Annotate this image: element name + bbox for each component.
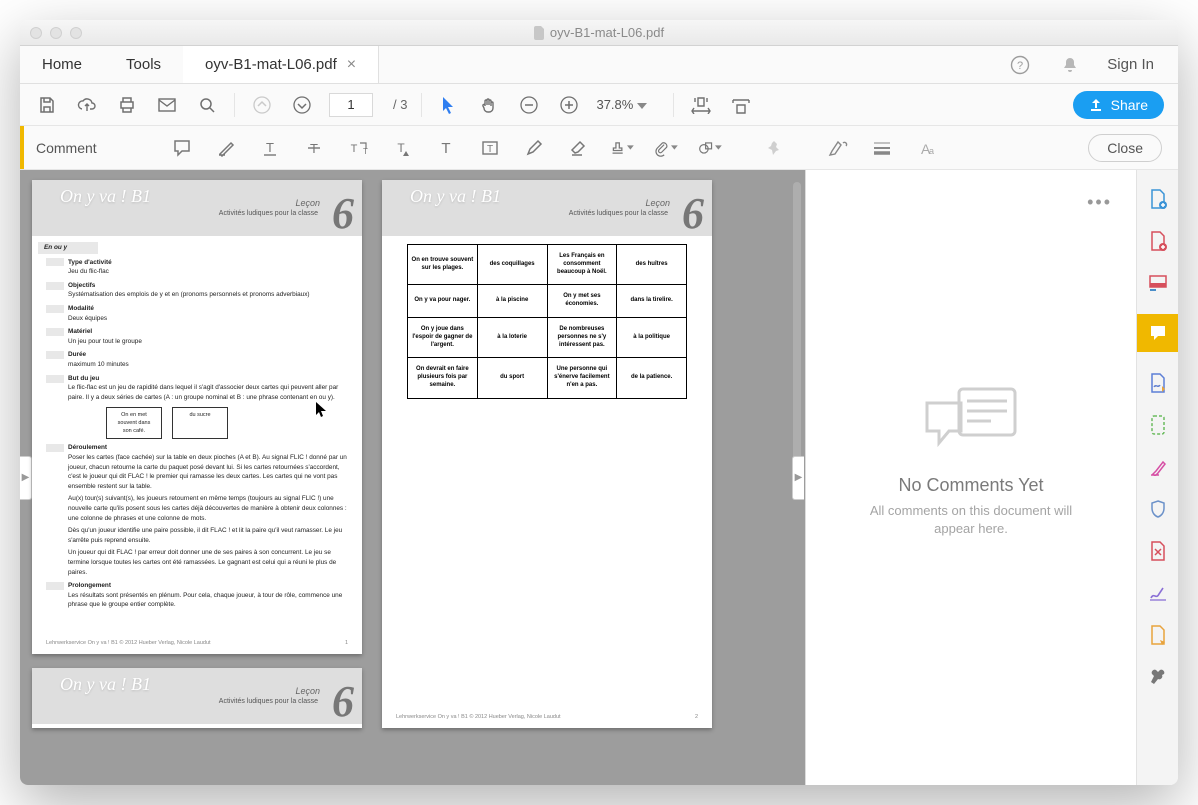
shapes-icon[interactable] [698,135,722,161]
right-tool-rail [1136,170,1178,785]
fit-page-icon[interactable] [728,92,754,118]
tab-home[interactable]: Home [20,46,104,83]
rail-more-tools-icon[interactable] [1147,624,1169,646]
font-size-icon[interactable]: Aa [914,135,938,161]
svg-text:T: T [441,140,450,157]
select-tool-icon[interactable] [436,92,462,118]
pdf-file-icon [534,26,546,40]
comments-panel: ••• No Comments Yet All comments on this… [806,170,1136,785]
tab-close-icon[interactable]: × [347,56,356,74]
tab-tools[interactable]: Tools [104,46,183,83]
zoom-out-icon[interactable] [516,92,542,118]
comment-toolbar: Comment T T TT T T T Aa Close [20,126,1178,170]
svg-text:T: T [363,147,368,156]
cloud-upload-icon[interactable] [74,92,100,118]
tab-file-label: oyv-B1-mat-L06.pdf [205,56,337,73]
fit-width-icon[interactable] [688,92,714,118]
rail-settings-icon[interactable] [1147,666,1169,688]
pdf-viewport[interactable]: ▶ On y va ! B1 Leçon Activités ludiques … [20,170,806,785]
color-icon[interactable] [826,135,850,161]
replace-text-icon[interactable]: TT [346,135,370,161]
svg-text:T: T [351,143,358,155]
close-button[interactable]: Close [1088,134,1162,162]
no-comments-subtitle: All comments on this document will appea… [861,502,1081,538]
svg-text:a: a [929,146,934,156]
cursor-icon [316,402,328,418]
main-toolbar: / 3 37.8% Share [20,84,1178,126]
rail-optimize-icon[interactable] [1147,540,1169,562]
page-up-icon[interactable] [249,92,275,118]
svg-text:T: T [487,144,493,155]
page-total-label: / 3 [393,97,407,112]
work-area: ▶ On y va ! B1 Leçon Activités ludiques … [20,170,1178,785]
page-down-icon[interactable] [289,92,315,118]
hand-tool-icon[interactable] [476,92,502,118]
save-icon[interactable] [34,92,60,118]
rail-export-pdf-icon[interactable] [1147,272,1169,294]
pdf-page-1: On y va ! B1 Leçon Activités ludiques po… [32,180,362,654]
pencil-icon[interactable] [522,135,546,161]
rail-redact-icon[interactable] [1147,456,1169,478]
line-thickness-icon[interactable] [870,135,894,161]
tab-bar: Home Tools oyv-B1-mat-L06.pdf × ? Sign I… [20,46,1178,84]
attach-icon[interactable] [654,135,678,161]
zoom-in-icon[interactable] [556,92,582,118]
window-title: oyv-B1-mat-L06.pdf [20,25,1178,41]
rail-protect-icon[interactable] [1147,498,1169,520]
expand-left-handle[interactable]: ▶ [20,456,32,500]
pin-icon[interactable] [762,135,786,161]
pdf-page-3: On y va ! B1 Leçon Activités ludiques po… [32,668,362,728]
print-icon[interactable] [114,92,140,118]
pdf-page-2: On y va ! B1 Leçon Activités ludiques po… [382,180,712,728]
insert-text-icon[interactable]: T [390,135,414,161]
empty-comments-icon [921,383,1021,457]
find-icon[interactable] [194,92,220,118]
tab-file[interactable]: oyv-B1-mat-L06.pdf × [183,46,379,83]
scrollbar[interactable] [793,182,801,462]
text-box-icon[interactable]: T [478,135,502,161]
rail-fill-sign-icon[interactable] [1147,582,1169,604]
page-number-input[interactable] [329,93,373,117]
add-text-icon[interactable]: T [434,135,458,161]
rail-comment-icon[interactable] [1137,314,1179,352]
svg-text:?: ? [1017,60,1023,72]
sign-in-button[interactable]: Sign In [1107,56,1154,73]
titlebar: oyv-B1-mat-L06.pdf [20,20,1178,46]
rail-sign-icon[interactable] [1147,372,1169,394]
sticky-note-icon[interactable] [170,135,194,161]
svg-text:T: T [397,141,405,155]
underline-icon[interactable]: T [258,135,282,161]
eraser-icon[interactable] [566,135,590,161]
rail-mobile-icon[interactable] [1147,414,1169,436]
bell-icon[interactable] [1057,52,1083,78]
share-button[interactable]: Share [1073,91,1164,119]
rail-create-pdf-icon[interactable] [1147,188,1169,210]
rail-edit-pdf-icon[interactable] [1147,230,1169,252]
comment-mode-label: Comment [20,126,160,169]
svg-text:T: T [266,140,274,155]
stamp-icon[interactable] [610,135,634,161]
no-comments-title: No Comments Yet [898,475,1043,496]
zoom-label[interactable]: 37.8% [596,97,647,112]
strikethrough-icon[interactable]: T [302,135,326,161]
app-window: oyv-B1-mat-L06.pdf Home Tools oyv-B1-mat… [20,20,1178,785]
highlight-icon[interactable] [214,135,238,161]
email-icon[interactable] [154,92,180,118]
cards-grid: On en trouve souvent sur les plages.des … [407,244,687,399]
expand-right-handle[interactable]: ▶ [792,456,804,500]
panel-menu-icon[interactable]: ••• [1087,192,1136,213]
help-icon[interactable]: ? [1007,52,1033,78]
